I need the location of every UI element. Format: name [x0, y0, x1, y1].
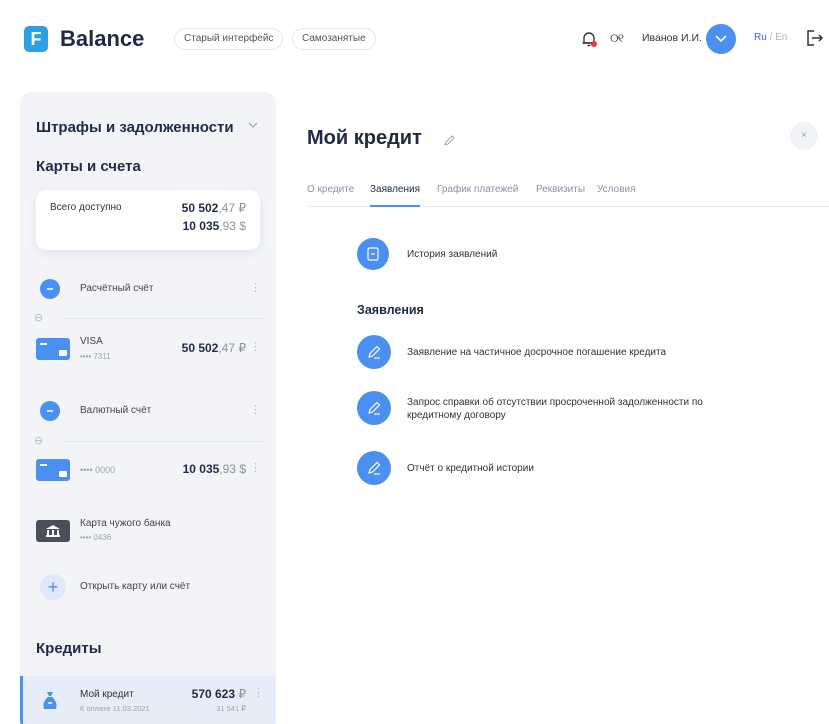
bank-card-icon: [36, 520, 70, 542]
card-row-currency[interactable]: •••• 0000 10 035,93 $ ⋮: [20, 450, 276, 494]
applications-section-title: Заявления: [357, 303, 424, 317]
application-button[interactable]: [357, 451, 391, 485]
account-row-currency[interactable]: Валютный счёт ⋮: [20, 394, 276, 434]
document-icon: [367, 247, 379, 261]
tab-bar: О кредите Заявления График платежей Рекв…: [307, 184, 829, 207]
total-rub: 50 502,47 ₽: [182, 201, 246, 215]
lang-ru[interactable]: Ru: [754, 32, 767, 43]
kebab-menu-icon[interactable]: ⋮: [250, 461, 261, 474]
lang-en[interactable]: En: [775, 32, 787, 43]
bank-icon: [46, 525, 60, 537]
card-icon: [36, 338, 70, 360]
account-label: Валютный счёт: [80, 405, 152, 416]
old-interface-button[interactable]: Старый интерфейс: [174, 28, 284, 50]
card-row-visa[interactable]: VISA •••• 7311 50 502,47 ₽ ⋮: [20, 330, 276, 374]
user-menu-button[interactable]: [706, 24, 736, 54]
account-icon: [40, 279, 60, 299]
credit-amount-int: 570 623: [191, 687, 236, 701]
divider: [64, 318, 264, 319]
kebab-menu-icon[interactable]: ⋮: [250, 340, 261, 353]
self-employed-button[interactable]: Самозанятые: [292, 28, 376, 50]
credit-amount: 570 623 ₽: [192, 687, 246, 701]
application-button[interactable]: [357, 335, 391, 369]
total-usd: 10 035,93 $: [183, 219, 246, 233]
application-label[interactable]: Запрос справки об отсутствии просроченно…: [407, 396, 737, 422]
lang-separator: /: [766, 32, 776, 43]
credit-row-my-credit[interactable]: Мой кредит К оплате 11.03.2021 570 623 ₽…: [20, 676, 276, 724]
total-label: Всего доступно: [50, 202, 122, 213]
total-usd-int: 10 035: [182, 219, 220, 233]
card-name: Карта чужого банка: [80, 518, 171, 529]
tab-requisites[interactable]: Реквизиты: [536, 184, 585, 207]
logo-letter: F: [30, 29, 42, 49]
open-card-label[interactable]: Открыть карту или счёт: [80, 581, 190, 592]
chevron-down-icon: [715, 35, 727, 43]
pencil-icon[interactable]: [443, 135, 455, 147]
credit-name: Мой кредит: [80, 689, 134, 700]
total-rub-int: 50 502: [181, 201, 219, 215]
pencil-icon: [368, 345, 381, 359]
user-name[interactable]: Иванов И.И.: [642, 32, 702, 44]
card-number: •••• 0000: [80, 465, 116, 475]
card-balance-frac: ,47 ₽: [218, 341, 246, 355]
bell-icon[interactable]: [580, 30, 598, 48]
account-icon: [40, 401, 60, 421]
total-rub-frac: ,47 ₽: [218, 201, 246, 215]
total-available-card: Всего доступно 50 502,47 ₽ 10 035,93 $: [36, 190, 260, 250]
account-row-settlement[interactable]: Расчётный счёт ⋮: [20, 272, 276, 312]
divider: [64, 441, 264, 442]
tab-applications[interactable]: Заявления: [370, 184, 421, 207]
card-row-other-bank[interactable]: Карта чужого банка •••• 0436: [20, 510, 276, 554]
card-number: •••• 0436: [80, 533, 112, 542]
history-label[interactable]: История заявлений: [407, 249, 497, 260]
account-label: Расчётный счёт: [80, 283, 154, 294]
kebab-menu-icon[interactable]: ⋮: [250, 281, 261, 294]
tab-payment-schedule[interactable]: График платежей: [437, 184, 518, 207]
pencil-icon: [368, 461, 381, 475]
logo-icon[interactable]: F: [24, 26, 48, 52]
history-button[interactable]: [357, 238, 389, 270]
card-balance-int: 50 502: [181, 341, 219, 355]
card-balance: 10 035,93 $: [183, 462, 246, 476]
money-bag-icon: [43, 692, 57, 709]
total-usd-frac: ,93 $: [219, 219, 246, 233]
pencil-icon: [368, 401, 381, 415]
chevron-down-icon[interactable]: [248, 122, 258, 128]
logo-text[interactable]: Balance: [60, 26, 144, 52]
sidebar: Штрафы и задолженности Карты и счета Все…: [20, 92, 276, 724]
kebab-menu-icon[interactable]: ⋮: [250, 403, 261, 416]
application-button[interactable]: [357, 391, 391, 425]
logout-icon[interactable]: [806, 29, 824, 47]
card-balance-frac: ,93 $: [219, 462, 246, 476]
credits-section-title: Кредиты: [36, 640, 102, 657]
cards-section-title: Карты и счета: [36, 158, 141, 175]
page-title: Мой кредит: [307, 127, 422, 149]
credit-payment: 31 541 ₽: [216, 704, 246, 713]
kebab-menu-icon[interactable]: ⋮: [253, 686, 264, 699]
add-card-button[interactable]: +: [40, 574, 66, 600]
card-balance: 50 502,47 ₽: [182, 341, 246, 355]
accessibility-icon[interactable]: ୦୧: [610, 31, 624, 46]
credit-amount-frac: ₽: [235, 687, 246, 701]
credit-due-date: К оплате 11.03.2021: [80, 704, 150, 713]
app-header: F Balance Старый интерфейс Самозанятые ୦…: [0, 0, 829, 80]
tab-about-credit[interactable]: О кредите: [307, 184, 354, 207]
card-name: VISA: [80, 336, 103, 347]
application-label[interactable]: Заявление на частичное досрочное погашен…: [407, 346, 666, 359]
card-number: •••• 7311: [80, 352, 111, 361]
language-switch[interactable]: Ru / En: [754, 32, 787, 43]
card-icon: [36, 459, 70, 481]
tab-conditions[interactable]: Условия: [597, 184, 636, 207]
fines-section-title[interactable]: Штрафы и задолженности: [36, 119, 234, 136]
link-icon: ⊖: [34, 312, 44, 324]
application-label[interactable]: Отчёт о кредитной истории: [407, 462, 534, 475]
close-button[interactable]: ×: [790, 122, 818, 150]
link-icon: ⊖: [34, 435, 44, 447]
card-balance-int: 10 035: [182, 462, 220, 476]
